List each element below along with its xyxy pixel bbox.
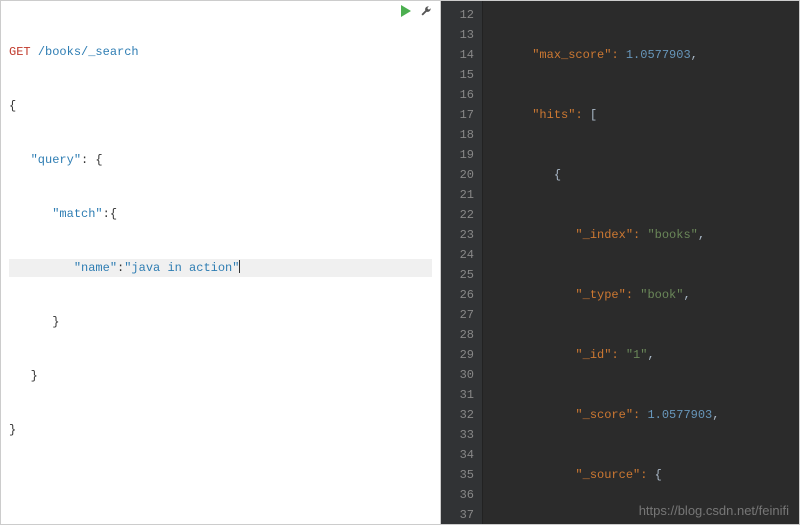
line-number: 14	[445, 45, 474, 65]
line-number: 27	[445, 305, 474, 325]
line-number: 26	[445, 285, 474, 305]
line-number: 12	[445, 5, 474, 25]
line-number: 13	[445, 25, 474, 45]
http-method: GET	[9, 45, 31, 59]
name-key: "name"	[74, 261, 117, 275]
query-key: "query"	[31, 153, 81, 167]
run-query-icon[interactable]	[400, 5, 412, 17]
score-key: "_score"	[575, 408, 633, 422]
line-number: 19	[445, 145, 474, 165]
line-number: 32	[445, 405, 474, 425]
line-number: 22	[445, 205, 474, 225]
max-score-key: "max_score"	[532, 48, 611, 62]
source-key: "_source"	[575, 468, 640, 482]
name-value: "java in action"	[124, 261, 239, 275]
line-number: 31	[445, 385, 474, 405]
editor-toolbar	[400, 5, 432, 17]
line-number: 20	[445, 165, 474, 185]
line-number: 29	[445, 345, 474, 365]
line-number: 30	[445, 365, 474, 385]
line-number: 36	[445, 485, 474, 505]
id-key: "_id"	[575, 348, 611, 362]
line-number: 21	[445, 185, 474, 205]
request-path: /books/_search	[38, 45, 139, 59]
text-cursor	[239, 260, 240, 273]
response-pane: 1213141516171819202122232425262728293031…	[441, 1, 799, 524]
line-number: 33	[445, 425, 474, 445]
hits-key: "hits"	[532, 108, 575, 122]
type-key: "_type"	[575, 288, 625, 302]
line-number: 28	[445, 325, 474, 345]
response-json[interactable]: "max_score": 1.0577903, "hits": [ { "_in…	[483, 1, 799, 524]
request-editor-pane: GET /books/_search { "query": { "match":…	[1, 1, 441, 524]
max-score-value: 1.0577903	[626, 48, 691, 62]
wrench-icon[interactable]	[420, 5, 432, 17]
match-key: "match"	[52, 207, 102, 221]
line-number: 25	[445, 265, 474, 285]
line-number: 37	[445, 505, 474, 524]
line-number: 16	[445, 85, 474, 105]
line-number: 17	[445, 105, 474, 125]
line-number: 15	[445, 65, 474, 85]
line-number-gutter: 1213141516171819202122232425262728293031…	[441, 1, 483, 524]
line-number: 23	[445, 225, 474, 245]
line-number: 34	[445, 445, 474, 465]
line-number: 18	[445, 125, 474, 145]
index-key: "_index"	[575, 228, 633, 242]
line-number: 24	[445, 245, 474, 265]
line-number: 35	[445, 465, 474, 485]
request-editor[interactable]: GET /books/_search { "query": { "match":…	[1, 1, 440, 481]
